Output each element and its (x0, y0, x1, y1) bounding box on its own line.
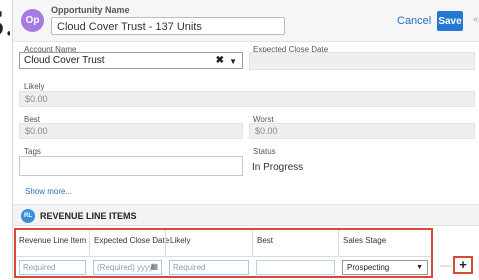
best-input[interactable] (256, 260, 335, 275)
revenue-line-item-input[interactable]: Required (19, 260, 86, 275)
cancel-button[interactable]: Cancel (397, 15, 431, 27)
expected-close-date-field[interactable] (249, 52, 475, 70)
likely-input[interactable]: Required (169, 260, 249, 275)
calendar-icon[interactable]: ▦ (150, 262, 158, 271)
column-header-sales-stage: Sales Stage (343, 236, 387, 245)
likely-label: Likely (24, 82, 45, 91)
revenue-line-badge: RL (21, 209, 35, 223)
add-row-button[interactable]: + (453, 256, 473, 274)
chevron-down-icon[interactable]: ▼ (229, 56, 237, 68)
sales-stage-value: Prospecting (347, 263, 390, 272)
column-header-likely: Likely (170, 236, 191, 245)
tags-input[interactable] (19, 156, 243, 176)
remove-row-button[interactable]: — (440, 258, 452, 272)
likely-field: $0.00 (19, 91, 475, 107)
column-header-expected-close-date: Expected Close Date (94, 236, 170, 245)
column-divider (252, 230, 253, 256)
revenue-line-items-header: RL REVENUE LINE ITEMS (13, 204, 479, 226)
clear-icon[interactable]: ✖ (216, 55, 224, 67)
show-more-link[interactable]: Show more... (25, 187, 72, 196)
expected-close-date-input[interactable]: (Required) yyyy ▦ (93, 260, 162, 275)
status-value: In Progress (252, 162, 304, 173)
column-divider (338, 230, 339, 256)
account-name-value: Cloud Cover Trust (24, 55, 105, 66)
row-divider (16, 256, 431, 257)
best-field: $0.00 (19, 123, 243, 139)
tags-label: Tags (24, 147, 41, 156)
chevron-down-icon[interactable]: ▼ (416, 263, 423, 272)
status-label: Status (253, 147, 276, 156)
left-divider (12, 0, 13, 280)
opportunity-name-label: Opportunity Name (51, 5, 130, 15)
date-placeholder: (Required) yyyy (97, 263, 154, 272)
column-divider (165, 230, 166, 256)
worst-field: $0.00 (249, 123, 475, 139)
column-header-revenue-line-item: Revenue Line Item (19, 236, 87, 245)
collapse-icon[interactable]: « (473, 14, 479, 25)
opportunity-name-input[interactable]: Cloud Cover Trust - 137 Units (51, 17, 285, 35)
left-edge-glyph: S. (0, 8, 10, 48)
revenue-line-items-title: REVENUE LINE ITEMS (40, 211, 137, 221)
account-name-select[interactable]: Cloud Cover Trust ✖ ▼ (19, 52, 243, 69)
sales-stage-select[interactable]: Prospecting ▼ (342, 260, 428, 275)
opportunity-module-badge: Op (21, 9, 44, 32)
save-button[interactable]: Save (437, 11, 463, 31)
revenue-line-items-table: Revenue Line Item Expected Close Date Li… (14, 228, 433, 278)
column-header-best: Best (257, 236, 274, 245)
record-header: Op Opportunity Name Cloud Cover Trust - … (13, 0, 479, 42)
column-divider (89, 230, 90, 256)
